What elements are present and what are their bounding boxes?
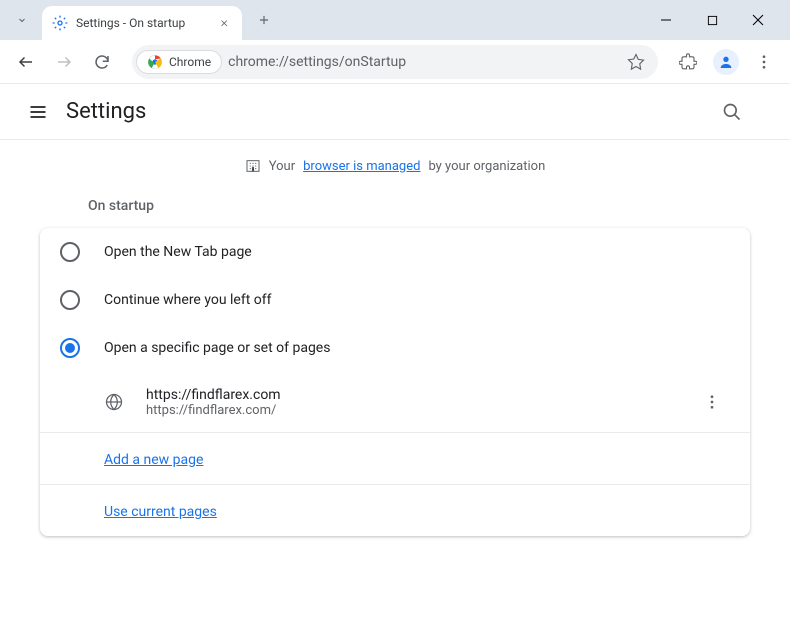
maximize-icon — [707, 15, 718, 26]
radio-label: Continue where you left off — [104, 292, 272, 308]
person-icon — [718, 54, 734, 70]
chrome-chip-label: Chrome — [169, 55, 211, 69]
window-controls — [652, 6, 782, 34]
page-title: Settings — [66, 99, 146, 124]
menu-button[interactable] — [748, 46, 780, 78]
close-window-button[interactable] — [744, 6, 772, 34]
tab-close-button[interactable] — [216, 15, 232, 31]
managed-banner: Your browser is managed by your organiza… — [40, 158, 750, 174]
radio-icon-selected — [60, 338, 80, 358]
settings-menu-button[interactable] — [20, 94, 56, 130]
maximize-button[interactable] — [698, 6, 726, 34]
settings-content: Your browser is managed by your organiza… — [0, 140, 790, 554]
radio-label: Open a specific page or set of pages — [104, 340, 330, 356]
tab-search-dropdown[interactable] — [8, 6, 36, 34]
browser-toolbar: Chrome chrome://settings/onStartup — [0, 40, 790, 84]
address-bar[interactable]: Chrome chrome://settings/onStartup — [132, 45, 658, 79]
tab-title: Settings - On startup — [76, 16, 208, 30]
back-button[interactable] — [10, 46, 42, 78]
section-title: On startup — [40, 190, 750, 222]
radio-specific-pages[interactable]: Open a specific page or set of pages — [40, 324, 750, 372]
window-titlebar: Settings - On startup — [0, 0, 790, 40]
search-icon — [722, 102, 742, 122]
new-tab-button[interactable] — [250, 6, 278, 34]
globe-icon — [104, 392, 124, 412]
page-entry-url: https://findflarex.com/ — [146, 403, 672, 418]
banner-suffix: by your organization — [428, 159, 545, 174]
add-page-row: Add a new page — [40, 432, 750, 484]
chrome-logo-icon — [147, 54, 163, 70]
use-current-row: Use current pages — [40, 484, 750, 536]
chevron-down-icon — [16, 14, 28, 26]
three-dots-icon — [755, 53, 773, 71]
settings-header: Settings — [0, 84, 790, 140]
use-current-link[interactable]: Use current pages — [104, 504, 217, 520]
extensions-icon — [679, 53, 697, 71]
three-dots-icon — [703, 393, 721, 411]
settings-gear-icon — [52, 15, 68, 31]
page-entry-title: https://findflarex.com — [146, 387, 672, 403]
arrow-right-icon — [55, 53, 73, 71]
radio-icon — [60, 242, 80, 262]
page-info: https://findflarex.com https://findflare… — [146, 387, 672, 418]
close-icon — [219, 18, 229, 28]
minimize-icon — [660, 14, 672, 26]
search-settings-button[interactable] — [714, 94, 750, 130]
browser-tab[interactable]: Settings - On startup — [42, 6, 242, 40]
arrow-left-icon — [17, 53, 35, 71]
startup-card: Open the New Tab page Continue where you… — [40, 228, 750, 536]
radio-icon — [60, 290, 80, 310]
url-text: chrome://settings/onStartup — [228, 54, 614, 70]
radio-label: Open the New Tab page — [104, 244, 252, 260]
startup-page-row: https://findflarex.com https://findflare… — [40, 372, 750, 432]
minimize-button[interactable] — [652, 6, 680, 34]
profile-button[interactable] — [710, 46, 742, 78]
radio-continue[interactable]: Continue where you left off — [40, 276, 750, 324]
add-page-link[interactable]: Add a new page — [104, 452, 203, 468]
avatar — [713, 49, 739, 75]
close-icon — [752, 14, 764, 26]
reload-button[interactable] — [86, 46, 118, 78]
bookmark-button[interactable] — [620, 46, 652, 78]
plus-icon — [257, 13, 271, 27]
building-icon — [245, 158, 261, 174]
extensions-button[interactable] — [672, 46, 704, 78]
site-chip[interactable]: Chrome — [136, 50, 222, 74]
banner-prefix: Your — [269, 159, 295, 174]
star-icon — [627, 53, 645, 71]
hamburger-icon — [28, 102, 48, 122]
reload-icon — [93, 53, 111, 71]
radio-new-tab[interactable]: Open the New Tab page — [40, 228, 750, 276]
page-more-button[interactable] — [694, 384, 730, 420]
managed-link[interactable]: browser is managed — [303, 159, 420, 174]
forward-button[interactable] — [48, 46, 80, 78]
